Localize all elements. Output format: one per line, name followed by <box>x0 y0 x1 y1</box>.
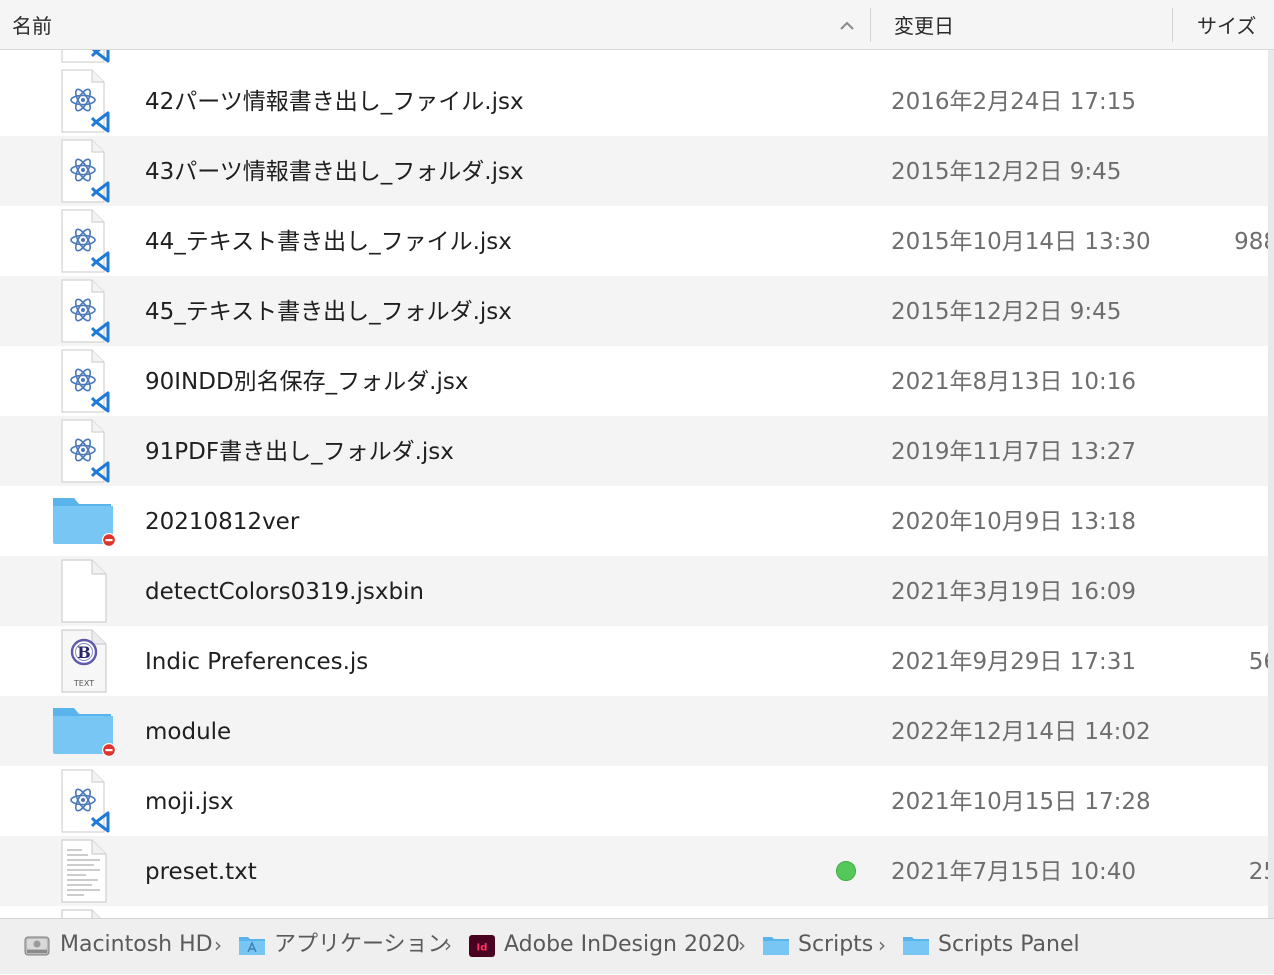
date-column-header[interactable]: 変更日 <box>894 0 954 50</box>
file-name: 44_テキスト書き出し_ファイル.jsx <box>145 229 512 255</box>
column-header-bar: 名前 変更日 サイズ <box>0 0 1274 50</box>
file-name: preset.txt <box>145 859 257 885</box>
list-item[interactable]: detectColors0319.jsxbin 2021年3月19日 16:09 <box>0 556 1268 626</box>
list-item[interactable]: 91PDF書き出し_フォルダ.jsx 2019年11月7日 13:27 <box>0 416 1268 486</box>
path-separator-icon: › <box>214 933 222 957</box>
blank-document-icon <box>48 906 118 918</box>
file-name: 20210812ver <box>145 509 300 535</box>
jsx-file-icon <box>48 346 118 416</box>
green-tag-icon <box>836 861 856 881</box>
list-item-partial[interactable] <box>0 50 1268 66</box>
path-item-label: アプリケーション <box>274 932 450 957</box>
path-separator-icon: › <box>738 933 746 957</box>
folder-restricted-icon <box>48 486 118 556</box>
file-name: Indic Preferences.js <box>145 649 369 675</box>
file-date: 2015年12月2日 9:45 <box>891 299 1122 325</box>
list-item-partial[interactable] <box>0 906 1268 918</box>
path-item-label: Scripts <box>798 932 874 957</box>
list-item[interactable]: 20210812ver 2020年10月9日 13:18 <box>0 486 1268 556</box>
hard-drive-icon <box>24 936 50 956</box>
file-date: 2022年12月14日 14:02 <box>891 719 1151 745</box>
path-item-label: Macintosh HD <box>60 932 213 957</box>
file-size: 25 <box>1248 859 1268 885</box>
folder-icon <box>763 937 789 955</box>
path-item-label: Adobe InDesign 2020 <box>504 932 740 957</box>
indesign-app-icon: Id <box>469 935 495 957</box>
jsx-file-icon <box>48 276 118 346</box>
path-separator-icon: › <box>878 933 886 957</box>
file-date: 2015年10月14日 13:30 <box>891 229 1151 255</box>
folder-restricted-icon <box>48 696 118 766</box>
text-document-icon <box>48 836 118 906</box>
jsx-file-icon <box>48 136 118 206</box>
file-list[interactable]: 42パーツ情報書き出し_ファイル.jsx 2016年2月24日 17:15 43… <box>0 50 1268 918</box>
jsx-file-icon <box>48 416 118 486</box>
list-item[interactable]: 90INDD別名保存_フォルダ.jsx 2021年8月13日 10:16 <box>0 346 1268 416</box>
jsx-file-icon <box>48 206 118 276</box>
bbedit-text-document-icon: TEXT <box>48 626 118 696</box>
size-column-header[interactable]: サイズ <box>1197 0 1256 50</box>
file-date: 2015年12月2日 9:45 <box>891 159 1122 185</box>
list-item[interactable]: TEXT Indic Preferences.js 2021年9月29日 17:… <box>0 626 1268 696</box>
column-divider[interactable] <box>870 8 871 42</box>
name-column-header[interactable]: 名前 <box>12 0 52 50</box>
file-date: 2021年7月15日 10:40 <box>891 859 1137 885</box>
applications-folder-icon <box>239 937 265 955</box>
jsx-file-icon <box>48 50 118 66</box>
list-item[interactable]: 44_テキスト書き出し_ファイル.jsx 2015年10月14日 13:30 9… <box>0 206 1268 276</box>
file-date: 2021年9月29日 17:31 <box>891 649 1137 675</box>
file-size: 56 <box>1248 649 1268 675</box>
list-item[interactable]: preset.txt 2021年7月15日 10:40 25 <box>0 836 1268 906</box>
blank-document-icon <box>48 556 118 626</box>
file-name: 43パーツ情報書き出し_フォルダ.jsx <box>145 159 524 185</box>
file-date: 2021年8月13日 10:16 <box>891 369 1137 395</box>
file-name: 42パーツ情報書き出し_ファイル.jsx <box>145 89 524 115</box>
path-separator-icon: › <box>444 933 452 957</box>
sort-ascending-icon[interactable] <box>838 17 856 35</box>
file-name: 90INDD別名保存_フォルダ.jsx <box>145 369 469 395</box>
file-date: 2020年10月9日 13:18 <box>891 509 1137 535</box>
adjacent-pane-edge <box>1268 50 1274 918</box>
indesign-icon-text: Id <box>477 943 488 954</box>
file-name: module <box>145 719 232 745</box>
list-item[interactable]: module 2022年12月14日 14:02 <box>0 696 1268 766</box>
list-item[interactable]: 43パーツ情報書き出し_フォルダ.jsx 2015年12月2日 9:45 <box>0 136 1268 206</box>
file-name: 45_テキスト書き出し_フォルダ.jsx <box>145 299 512 325</box>
column-divider[interactable] <box>1172 8 1173 42</box>
jsx-file-icon <box>48 766 118 836</box>
folder-icon <box>903 937 929 955</box>
file-date: 2021年3月19日 16:09 <box>891 579 1137 605</box>
file-date: 2019年11月7日 13:27 <box>891 439 1137 465</box>
file-date: 2016年2月24日 17:15 <box>891 89 1137 115</box>
file-name: 91PDF書き出し_フォルダ.jsx <box>145 439 454 465</box>
jsx-file-icon <box>48 66 118 136</box>
list-item[interactable]: 45_テキスト書き出し_フォルダ.jsx 2015年12月2日 9:45 <box>0 276 1268 346</box>
icon-text-label: TEXT <box>73 679 94 688</box>
path-bar: Macintosh HD › アプリケーション › Id Adobe InDes… <box>0 918 1274 974</box>
list-item[interactable]: moji.jsx 2021年10月15日 17:28 <box>0 766 1268 836</box>
path-item-label: Scripts Panel <box>938 932 1080 957</box>
file-date: 2021年10月15日 17:28 <box>891 789 1151 815</box>
file-name: detectColors0319.jsxbin <box>145 579 425 605</box>
file-name: moji.jsx <box>145 789 234 815</box>
list-item[interactable]: 42パーツ情報書き出し_ファイル.jsx 2016年2月24日 17:15 <box>0 66 1268 136</box>
file-size: 988 <box>1234 229 1268 255</box>
